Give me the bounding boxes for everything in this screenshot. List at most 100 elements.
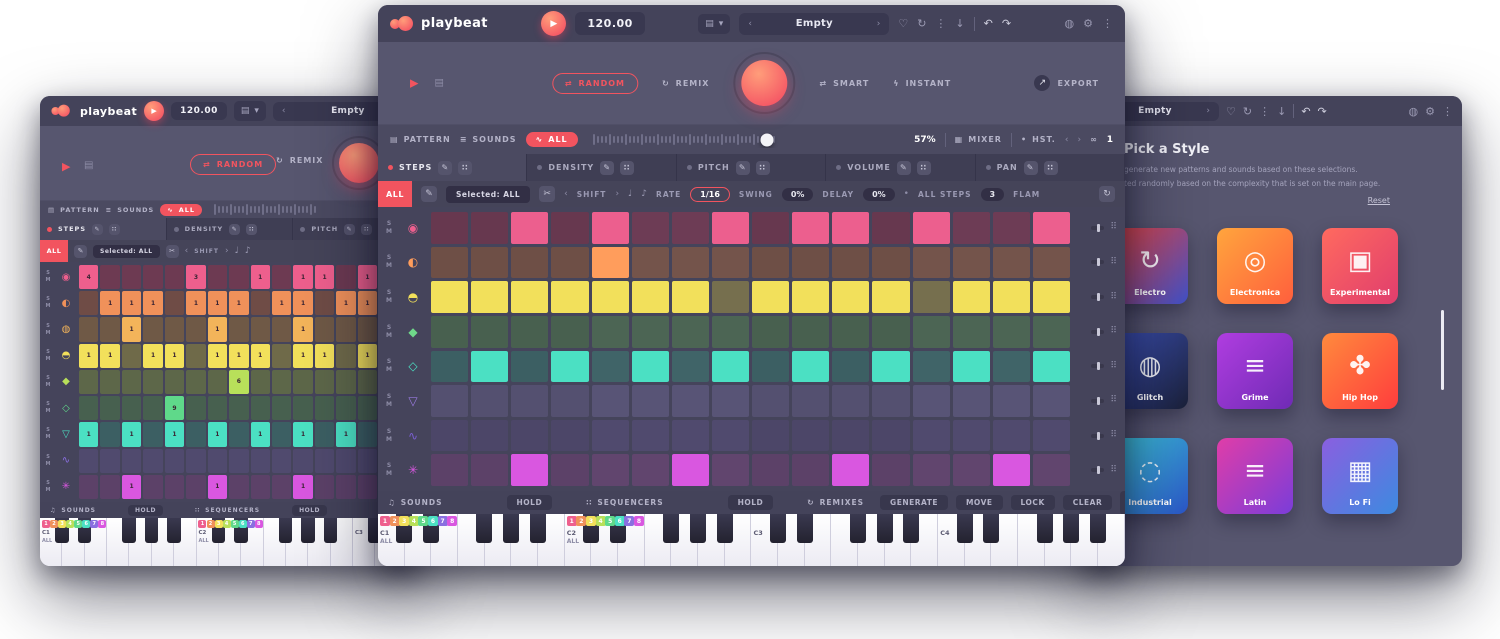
step-cell[interactable] [315, 449, 334, 473]
sound-key-chip[interactable]: 1 [567, 516, 577, 526]
piano-keyboard[interactable]: C1ALL12345678C2ALL12345678C3 [40, 518, 420, 566]
step-cell[interactable]: 1 [122, 317, 141, 341]
track-icon[interactable]: ▽ [400, 385, 426, 417]
step-cell[interactable] [143, 422, 162, 446]
solo-button[interactable]: S [46, 481, 50, 486]
step-cell[interactable] [229, 475, 248, 499]
play-button[interactable]: ▶ [541, 11, 566, 36]
step-cell[interactable] [208, 396, 227, 420]
transport-play-icon[interactable]: ▶ [410, 77, 418, 90]
step-cell[interactable] [632, 351, 669, 383]
track-icon[interactable]: ◇ [56, 396, 76, 420]
sound-key-chip[interactable]: 5 [74, 520, 82, 528]
step-cell[interactable] [143, 396, 162, 420]
random-button[interactable]: ⇄ RANDOM [552, 73, 638, 94]
step-cell[interactable] [251, 317, 270, 341]
track-icon[interactable]: ∿ [56, 449, 76, 473]
step-cell[interactable]: 9 [165, 396, 184, 420]
step-cell[interactable] [1033, 385, 1070, 417]
generate-button[interactable]: GENERATE [880, 495, 948, 510]
step-cell[interactable] [336, 475, 355, 499]
sound-key-chip[interactable]: 8 [98, 520, 106, 528]
history-button[interactable]: • HST. [1021, 135, 1056, 144]
style-card[interactable]: ≡Grime [1217, 333, 1293, 409]
undo-icon[interactable]: ↶ [984, 18, 993, 29]
globe-icon[interactable]: ◍ [1065, 18, 1075, 29]
mute-button[interactable]: M [386, 471, 392, 477]
step-cell[interactable] [165, 291, 184, 315]
step-cell[interactable] [208, 449, 227, 473]
solo-button[interactable]: S [46, 376, 50, 381]
shift-left-icon[interactable]: ‹ [564, 189, 568, 199]
bpm-display[interactable]: 120.00 [575, 12, 644, 35]
step-cell[interactable] [832, 281, 869, 313]
tab-pitch[interactable]: PITCH ✎ ∷ [677, 154, 826, 181]
step-cell[interactable] [358, 475, 377, 499]
step-cell[interactable] [79, 291, 98, 315]
step-cell[interactable] [551, 351, 588, 383]
tab-steps[interactable]: STEPS ✎ ∷ [40, 218, 167, 240]
solo-button[interactable]: S [46, 428, 50, 433]
step-cell[interactable] [336, 265, 355, 289]
step-cell[interactable] [358, 449, 377, 473]
step-cell[interactable] [592, 247, 629, 279]
sounds-section-button[interactable]: ♫ SOUNDS [50, 507, 96, 514]
step-cell[interactable] [431, 454, 468, 486]
sound-key-chip[interactable]: 2 [576, 516, 586, 526]
step-cell[interactable] [358, 317, 377, 341]
step-cell[interactable] [993, 385, 1030, 417]
mute-button[interactable]: M [386, 263, 392, 269]
mute-button[interactable]: M [46, 357, 51, 362]
step-cell[interactable]: 1 [272, 291, 291, 315]
view-mode-dropdown[interactable]: ▤ ▾ [234, 101, 266, 121]
track-icon[interactable]: ✳ [56, 475, 76, 499]
sound-key-chip[interactable]: 7 [624, 516, 634, 526]
step-cell[interactable] [913, 385, 950, 417]
smart-button[interactable]: ⇄ SMART [819, 79, 869, 88]
clear-button[interactable]: CLEAR [1063, 495, 1113, 510]
step-cell[interactable] [953, 316, 990, 348]
step-cell[interactable] [632, 281, 669, 313]
style-card[interactable]: ▦Lo Fi [1322, 438, 1398, 514]
sound-key-chip[interactable]: 2 [50, 520, 58, 528]
mixer-button[interactable]: ▦ MIXER [955, 135, 1002, 144]
preset-next-icon[interactable]: › [877, 19, 881, 29]
track-fader[interactable] [1091, 434, 1104, 438]
mute-button[interactable]: M [386, 402, 392, 408]
step-cell[interactable]: 1 [293, 344, 312, 368]
step-cell[interactable] [993, 247, 1030, 279]
track-icon[interactable]: ◉ [56, 265, 76, 289]
sequencers-section-button[interactable]: ∷ SEQUENCERS [586, 498, 663, 507]
piano-black-key[interactable] [797, 514, 813, 543]
pencil-icon[interactable]: ✎ [736, 161, 750, 175]
step-cell[interactable]: 1 [143, 344, 162, 368]
track-icon[interactable]: ◇ [400, 351, 426, 383]
step-cell[interactable] [913, 212, 950, 244]
step-cell[interactable] [913, 247, 950, 279]
pencil-icon[interactable]: ✎ [600, 161, 614, 175]
step-cell[interactable] [792, 212, 829, 244]
bpm-display[interactable]: 120.00 [171, 102, 227, 120]
step-cell[interactable]: 1 [315, 344, 334, 368]
step-cell[interactable] [251, 396, 270, 420]
step-cell[interactable] [293, 396, 312, 420]
step-cell[interactable] [832, 385, 869, 417]
export-icon[interactable]: ↗ [1034, 75, 1050, 91]
step-cell[interactable] [752, 420, 789, 452]
step-cell[interactable] [632, 420, 669, 452]
hold-button[interactable]: HOLD [292, 505, 327, 516]
step-cell[interactable] [592, 316, 629, 348]
knob-dial[interactable] [339, 143, 379, 183]
slider-handle[interactable] [761, 133, 774, 146]
step-cell[interactable] [872, 385, 909, 417]
solo-button[interactable]: S [46, 324, 50, 329]
piano-black-key[interactable] [145, 518, 158, 543]
instant-button[interactable]: ϟ INSTANT [893, 79, 951, 88]
step-cell[interactable] [872, 212, 909, 244]
undo-icon[interactable]: ↶ [1301, 106, 1310, 117]
step-cell[interactable] [143, 449, 162, 473]
solo-button[interactable]: S [387, 290, 391, 296]
sound-key-chip[interactable]: 7 [90, 520, 98, 528]
step-cell[interactable]: 1 [208, 422, 227, 446]
rate-value[interactable]: 1/16 [690, 187, 730, 202]
